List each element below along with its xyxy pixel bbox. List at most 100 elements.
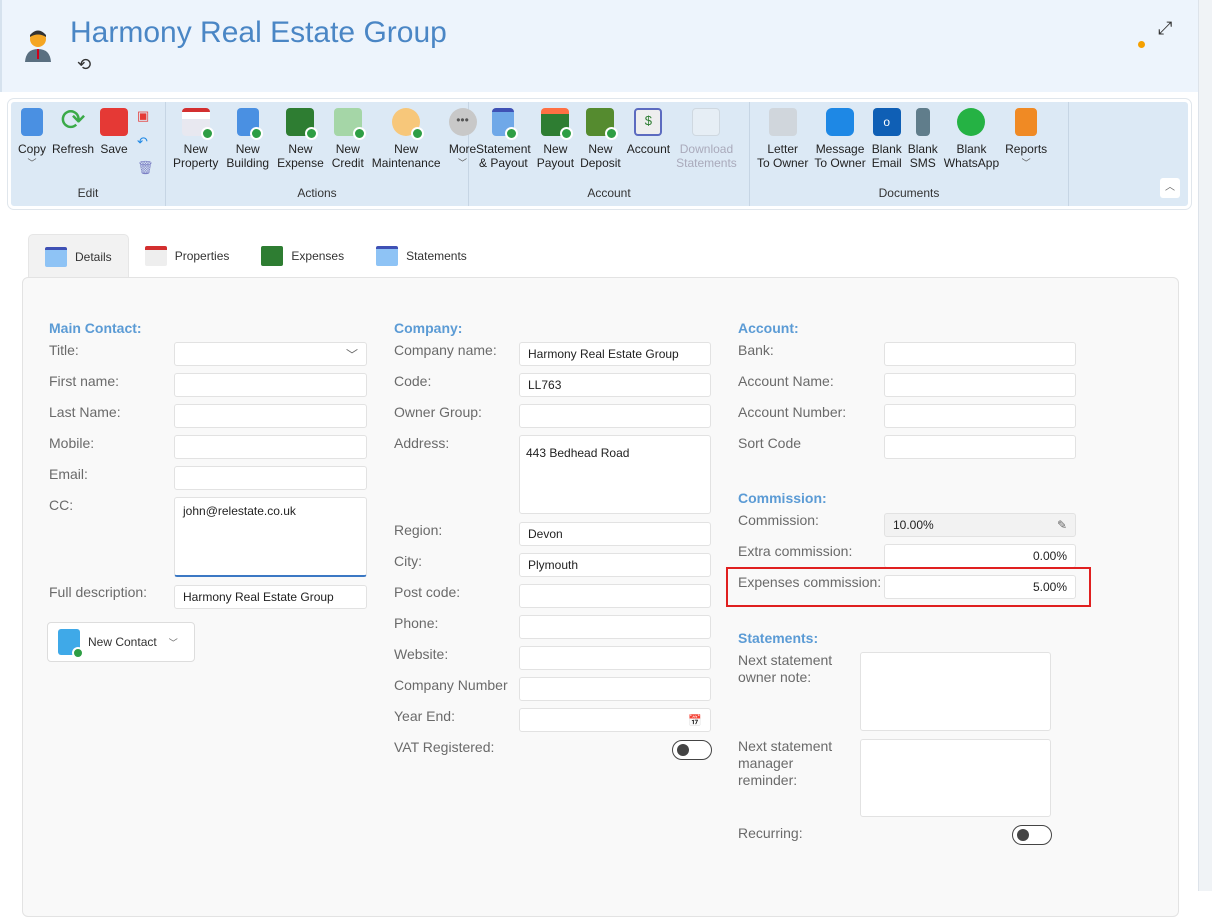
email-input[interactable] [174,466,367,490]
vat-registered-label: VAT Registered: [394,739,495,755]
money-icon [286,108,319,140]
collapse-ribbon-button[interactable]: ︿ [1160,178,1180,198]
sort-code-input[interactable] [884,435,1076,459]
deposit-icon [586,108,619,140]
save-small-icon[interactable]: ▣ [137,108,154,124]
scrollbar[interactable] [1198,0,1212,891]
tab-bar: Details Properties Expenses Statements [28,234,483,278]
credit-icon [333,108,366,140]
recurring-label: Recurring: [738,825,803,841]
region-label: Region: [394,522,443,538]
full-description-label: Full description: [49,584,148,600]
mobile-label: Mobile: [49,435,95,451]
new-contact-button[interactable]: New Contact ﹀ [47,622,195,662]
statements-heading: Statements: [738,630,819,646]
commission-heading: Commission: [738,490,827,506]
whatsapp-icon [957,108,986,136]
tab-expenses[interactable]: Expenses [245,234,360,278]
ribbon-group-account: Statement & Payout New Payout New Deposit $… [469,102,750,206]
company-number-label: Company Number [394,677,508,693]
details-icon [45,246,67,267]
last-name-label: Last Name: [49,404,121,420]
house-icon [181,108,214,140]
payout-icon [541,108,574,140]
website-input[interactable] [519,646,711,670]
expenses-commission-input[interactable]: 5.00% [884,575,1076,599]
post-code-input[interactable] [519,584,711,608]
owner-note-textarea[interactable] [860,652,1051,731]
recurring-toggle[interactable] [1012,825,1052,845]
cc-label: CC: [49,497,74,513]
bank-label: Bank: [738,342,774,358]
undo-icon[interactable]: ↶ [137,134,154,150]
tab-properties[interactable]: Properties [129,234,246,278]
year-end-label: Year End: [394,708,455,724]
last-name-input[interactable] [174,404,367,428]
address-textarea[interactable]: 443 Bedhead Road [519,435,711,514]
account-number-label: Account Number: [738,404,847,420]
owner-avatar-icon [25,30,51,62]
commission-input[interactable]: 10.00% ✎ [884,513,1076,537]
envelope-icon [692,108,721,136]
cc-textarea[interactable]: john@relestate.co.uk [174,497,367,577]
expand-icon[interactable]: ⤢ [1158,18,1172,39]
delete-icon[interactable]: 🗑 [137,160,154,176]
company-heading: Company: [394,320,463,336]
header: Harmony Real Estate Group ⟲ ⤢ [0,0,1198,92]
phone-icon [915,108,930,136]
address-label: Address: [394,435,450,451]
owner-group-label: Owner Group: [394,404,482,420]
bank-input[interactable] [884,342,1076,366]
first-name-label: First name: [49,373,120,389]
envelope-icon [768,108,797,136]
owner-group-input[interactable] [519,404,711,428]
ribbon-toolbar: Copy ﹀ ⟳ Refresh Save ▣ ↶ 🗑 Edit New Proper… [8,99,1191,209]
email-label: Email: [49,466,88,482]
contact-book-icon [58,629,84,659]
account-name-input[interactable] [884,373,1076,397]
pencil-icon[interactable]: ✎ [1057,518,1067,532]
tab-statements[interactable]: Statements [360,234,483,278]
building-icon [236,108,263,140]
house-icon [144,246,167,266]
vat-registered-toggle[interactable] [672,740,712,760]
history-icon[interactable]: ⟲ [77,55,91,75]
company-name-label: Company name: [394,342,497,358]
chevron-down-icon: ﹀ [345,347,358,362]
ribbon-group-edit: Copy ﹀ ⟳ Refresh Save ▣ ↶ 🗑 Edit [11,102,166,206]
ledger-icon: $ [634,108,663,136]
year-end-datepicker[interactable]: 📅 [519,708,711,732]
ribbon-group-documents: Letter To Owner Message To Owner o Blank Ema… [750,102,1069,206]
extra-commission-input[interactable]: 0.00% [884,544,1076,568]
region-input[interactable]: Devon [519,522,711,546]
website-label: Website: [394,646,449,662]
code-input[interactable]: LL763 [519,373,711,397]
maintenance-icon [392,108,425,140]
code-label: Code: [394,373,432,389]
company-number-input[interactable] [519,677,711,701]
first-name-input[interactable] [174,373,367,397]
mobile-input[interactable] [174,435,367,459]
calendar-icon[interactable]: 📅 [688,714,702,727]
sort-code-label: Sort Code [738,435,802,451]
account-name-label: Account Name: [738,373,834,389]
outlook-icon: o [872,108,901,136]
city-input[interactable]: Plymouth [519,553,711,577]
manager-reminder-textarea[interactable] [860,739,1051,817]
full-description-input[interactable]: Harmony Real Estate Group [174,585,367,609]
title-select[interactable]: ﹀ [174,342,367,366]
account-number-input[interactable] [884,404,1076,428]
page-title: Harmony Real Estate Group [70,16,447,49]
phone-label: Phone: [394,615,439,631]
tab-details[interactable]: Details [28,234,129,278]
save-icon [100,108,129,136]
phone-input[interactable] [519,615,711,639]
copy-icon [21,108,43,136]
extra-commission-label: Extra commission: [738,543,853,559]
message-icon [826,108,855,136]
company-name-input[interactable]: Harmony Real Estate Group [519,342,711,366]
city-label: City: [394,553,422,569]
post-code-label: Post code: [394,584,461,600]
commission-label: Commission: [738,512,819,528]
statement-icon [492,108,519,140]
